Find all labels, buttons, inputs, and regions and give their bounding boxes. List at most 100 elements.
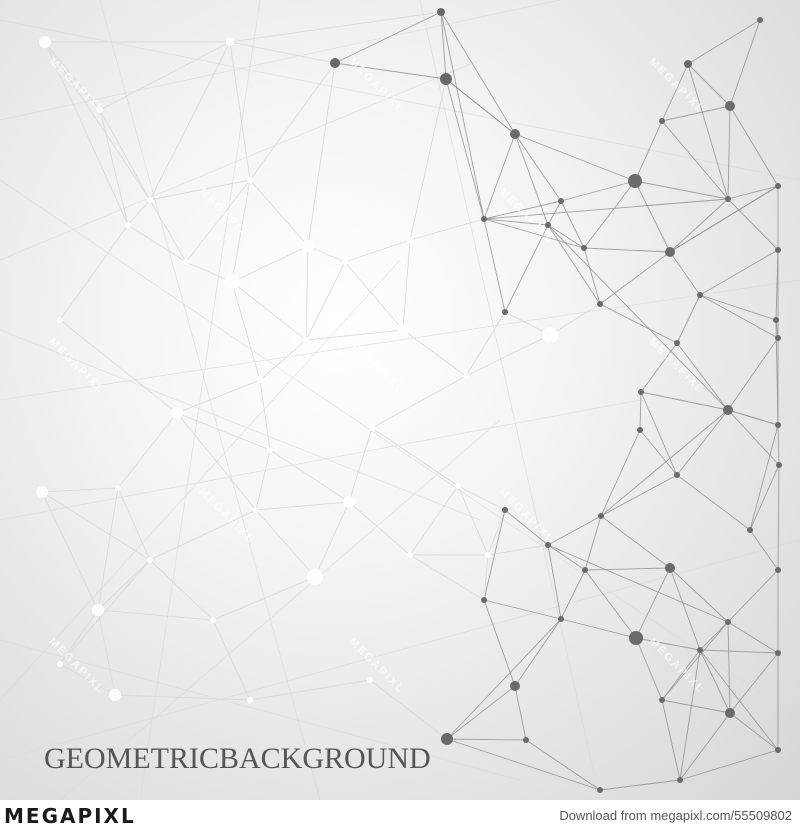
network-node bbox=[330, 58, 340, 68]
network-edge bbox=[59, 224, 129, 321]
network-node bbox=[776, 462, 782, 468]
network-edge bbox=[699, 621, 729, 651]
network-edge bbox=[560, 180, 636, 202]
network-edge bbox=[446, 738, 601, 791]
network-edge bbox=[514, 133, 636, 182]
network-edge bbox=[97, 559, 151, 611]
network-node bbox=[463, 373, 469, 379]
network-edge bbox=[669, 567, 729, 623]
network-node bbox=[775, 183, 781, 189]
network-node bbox=[455, 483, 461, 489]
network-node bbox=[57, 317, 63, 323]
network-node bbox=[224, 274, 240, 290]
network-edge bbox=[679, 749, 779, 781]
network-edge bbox=[402, 329, 467, 377]
network-edge bbox=[402, 239, 411, 331]
network-edge bbox=[0, 539, 800, 761]
network-node bbox=[226, 38, 234, 46]
network-node bbox=[665, 563, 675, 573]
network-node bbox=[247, 697, 253, 703]
network-edge bbox=[348, 501, 411, 556]
network-edge bbox=[446, 685, 516, 740]
network-node bbox=[303, 337, 309, 343]
network-node bbox=[109, 689, 121, 701]
network-edge bbox=[634, 180, 729, 200]
network-edge bbox=[487, 544, 549, 556]
network-edge bbox=[445, 78, 516, 135]
network-edge bbox=[584, 567, 671, 571]
network-edge bbox=[409, 485, 459, 556]
network-node bbox=[674, 340, 680, 346]
network-node bbox=[502, 507, 508, 513]
network-edge bbox=[231, 281, 261, 381]
network-edge bbox=[457, 485, 489, 556]
network-node bbox=[725, 619, 731, 625]
network-edge bbox=[547, 544, 586, 571]
download-credit: Download from megapixl.com/55509802 bbox=[559, 808, 792, 823]
image-title: GEOMETRICBACKGROUND bbox=[44, 742, 431, 775]
network-edge bbox=[457, 485, 506, 511]
network-edge bbox=[547, 515, 602, 546]
network-edge bbox=[661, 699, 681, 781]
network-edge bbox=[727, 337, 779, 411]
network-node bbox=[57, 661, 63, 667]
network-edge bbox=[687, 19, 761, 65]
network-node bbox=[775, 567, 781, 573]
network-node bbox=[147, 197, 153, 203]
network-edge bbox=[255, 509, 316, 578]
network-edge bbox=[249, 679, 371, 701]
network-node bbox=[558, 198, 564, 204]
network-node bbox=[684, 60, 692, 68]
network-edge bbox=[344, 261, 404, 331]
network-edge bbox=[640, 391, 678, 476]
network-edge bbox=[41, 487, 119, 493]
network-edge bbox=[600, 515, 671, 569]
network-edge bbox=[305, 261, 346, 341]
network-edge bbox=[599, 251, 671, 305]
network-edge bbox=[369, 679, 448, 740]
network-edge bbox=[727, 621, 731, 714]
network-node bbox=[253, 507, 259, 513]
network-node bbox=[725, 101, 735, 111]
network-edge bbox=[176, 412, 257, 511]
network-node bbox=[582, 567, 588, 573]
network-edge bbox=[729, 105, 779, 187]
network-node bbox=[773, 317, 779, 323]
network-node bbox=[115, 485, 121, 491]
network-node bbox=[775, 247, 781, 253]
network-node bbox=[629, 631, 643, 645]
network-edge bbox=[255, 449, 271, 511]
network-edge bbox=[149, 41, 231, 201]
network-node bbox=[147, 557, 153, 563]
network-edge bbox=[699, 649, 779, 751]
network-node bbox=[558, 616, 564, 622]
network-edge bbox=[445, 78, 485, 220]
network-edge bbox=[127, 199, 151, 226]
network-edge bbox=[514, 618, 562, 687]
network-node bbox=[369, 425, 375, 431]
network-edge bbox=[583, 180, 636, 249]
network-node bbox=[674, 472, 680, 478]
network-edge bbox=[600, 409, 729, 517]
network-node bbox=[697, 292, 703, 298]
geometric-background-art: MEGAPIXL MEGAPIXL MEGAPIXL MEGAPIXL MEGA… bbox=[0, 0, 800, 800]
network-node bbox=[725, 708, 735, 718]
network-edge bbox=[669, 185, 779, 253]
network-edge bbox=[669, 251, 701, 296]
network-edge bbox=[446, 738, 527, 741]
network-node bbox=[510, 681, 520, 691]
network-node bbox=[677, 777, 683, 783]
network-edge bbox=[176, 379, 261, 414]
network-edge bbox=[560, 618, 637, 639]
network-edge bbox=[727, 409, 780, 466]
network-edge bbox=[525, 739, 601, 791]
network-edge bbox=[661, 699, 731, 714]
network-edge bbox=[699, 249, 779, 296]
network-edge bbox=[676, 409, 729, 476]
network-node bbox=[39, 36, 51, 48]
network-node bbox=[757, 17, 763, 23]
network-edge bbox=[0, 399, 641, 521]
network-edge bbox=[117, 412, 178, 489]
network-edge bbox=[600, 474, 678, 517]
network-node bbox=[775, 422, 781, 428]
